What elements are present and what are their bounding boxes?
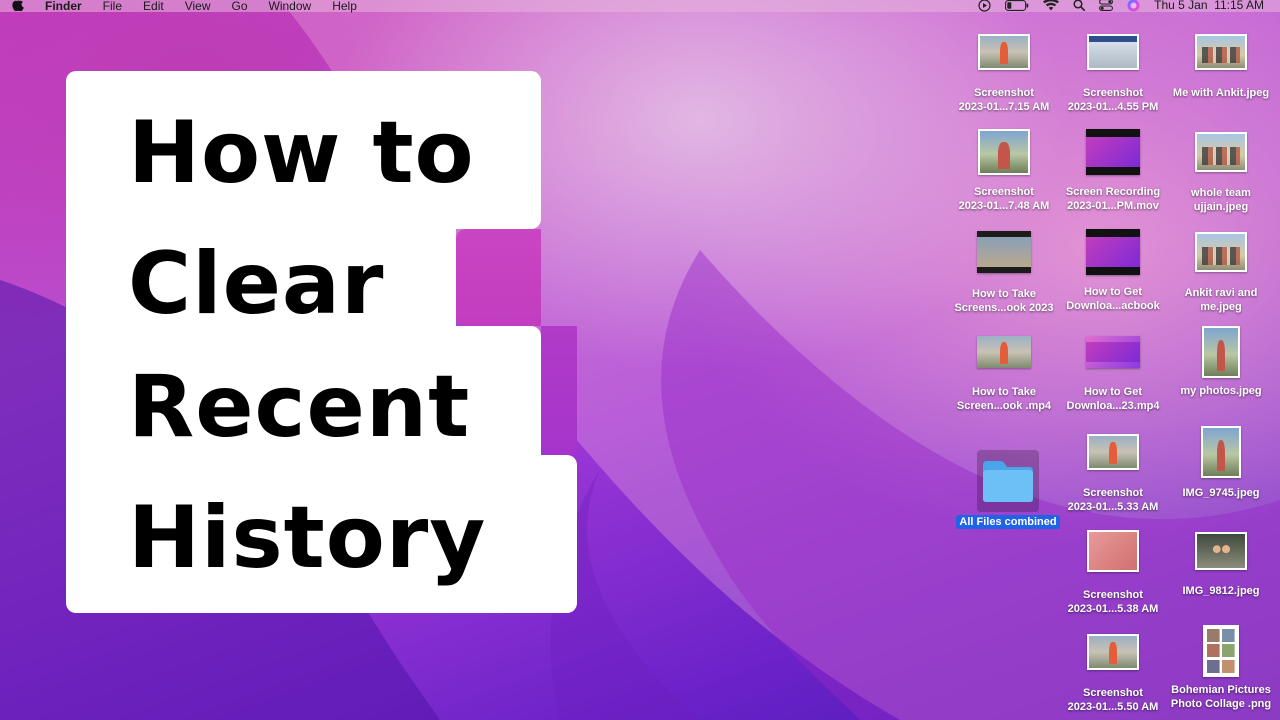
menu-file[interactable]: File (103, 0, 122, 14)
desktop-file[interactable]: Screenshot 2023-01...5.50 AM (1058, 634, 1168, 714)
file-label: Bohemian Pictures Photo Collage .png (1170, 684, 1272, 710)
search-icon[interactable] (1073, 0, 1086, 11)
file-thumbnail (1087, 34, 1139, 70)
file-label: whole team ujjain.jpeg (1191, 187, 1251, 213)
file-thumbnail (977, 336, 1031, 368)
desktop-file[interactable]: Me with Ankit.jpeg (1166, 34, 1276, 100)
file-label: How to Take Screen...ook .mp4 (956, 386, 1052, 412)
title-line-1: How to (128, 103, 475, 203)
file-label: Screenshot 2023-01...5.38 AM (1067, 589, 1159, 615)
file-label: Ankit ravi and me.jpeg (1184, 287, 1258, 313)
file-thumbnail (1203, 625, 1239, 677)
desktop-file[interactable]: whole team ujjain.jpeg (1166, 132, 1276, 214)
desktop-file[interactable]: IMG_9812.jpeg (1166, 532, 1276, 598)
file-thumbnail (1195, 132, 1247, 172)
desktop-file[interactable]: Screenshot 2023-01...4.55 PM (1058, 34, 1168, 114)
file-thumbnail (1086, 129, 1140, 175)
apple-icon[interactable] (12, 0, 24, 15)
file-label: Me with Ankit.jpeg (1172, 87, 1270, 99)
file-thumbnail (1202, 326, 1240, 378)
file-label: IMG_9812.jpeg (1182, 585, 1260, 597)
card-notch-2 (541, 326, 577, 455)
folder-label: All Files combined (956, 515, 1060, 529)
menu-view[interactable]: View (185, 0, 211, 14)
control-center-icon[interactable] (1099, 0, 1114, 11)
desktop-file[interactable]: Screenshot 2023-01...7.15 AM (949, 34, 1059, 114)
desktop-folder[interactable]: All Files combined (953, 450, 1063, 530)
desktop-file[interactable]: How to Get Downloa...acbook (1058, 229, 1168, 313)
file-label: my photos.jpeg (1180, 385, 1262, 397)
menu-finder[interactable]: Finder (45, 0, 82, 14)
file-thumbnail (1086, 336, 1140, 368)
desktop-file[interactable]: Screen Recording 2023-01...PM.mov (1058, 129, 1168, 213)
file-thumbnail (1086, 229, 1140, 275)
desktop-file[interactable]: IMG_9745.jpeg (1166, 426, 1276, 500)
file-thumbnail (1087, 434, 1139, 470)
menubar-clock[interactable]: Thu 5 Jan 11:15 AM (1154, 0, 1264, 13)
folder-selection (977, 450, 1039, 512)
file-thumbnail (978, 129, 1030, 175)
battery-icon[interactable] (1005, 0, 1029, 11)
wifi-icon[interactable] (1043, 0, 1060, 11)
desktop-file[interactable]: my photos.jpeg (1166, 326, 1276, 398)
folder-icon (983, 461, 1033, 502)
desktop-file[interactable]: Screenshot 2023-01...5.33 AM (1058, 434, 1168, 514)
file-label: How to Get Downloa...23.mp4 (1066, 386, 1160, 412)
desktop-file[interactable]: Bohemian Pictures Photo Collage .png (1166, 625, 1276, 711)
file-thumbnail (977, 231, 1031, 273)
menu-help[interactable]: Help (332, 0, 357, 14)
card-notch (456, 229, 541, 326)
title-line-3: Recent (128, 357, 471, 457)
file-thumbnail (1201, 426, 1241, 478)
file-label: Screenshot 2023-01...7.48 AM (958, 186, 1050, 212)
siri-icon[interactable] (1127, 0, 1140, 12)
desktop-file[interactable]: How to Take Screens...ook 2023 (949, 231, 1059, 315)
desktop-file[interactable]: Ankit ravi and me.jpeg (1166, 232, 1276, 314)
file-label: How to Take Screens...ook 2023 (954, 288, 1054, 314)
menu-window[interactable]: Window (269, 0, 312, 14)
file-thumbnail (1195, 34, 1247, 70)
file-label: IMG_9745.jpeg (1182, 487, 1260, 499)
desktop-file[interactable]: How to Get Downloa...23.mp4 (1058, 336, 1168, 413)
desktop-file[interactable]: Screenshot 2023-01...7.48 AM (949, 129, 1059, 213)
file-label: Screenshot 2023-01...5.33 AM (1067, 487, 1159, 513)
file-thumbnail (1195, 532, 1247, 570)
file-label: Screenshot 2023-01...4.55 PM (1067, 87, 1159, 113)
file-label: How to Get Downloa...acbook (1066, 286, 1160, 312)
title-line-4: History (128, 488, 487, 588)
desktop-file[interactable]: How to Take Screen...ook .mp4 (949, 336, 1059, 413)
file-label: Screen Recording 2023-01...PM.mov (1065, 186, 1161, 212)
menu-edit[interactable]: Edit (143, 0, 164, 14)
play-icon[interactable] (978, 0, 991, 12)
file-label: Screenshot 2023-01...5.50 AM (1067, 687, 1159, 713)
file-label: Screenshot 2023-01...7.15 AM (958, 87, 1050, 113)
menu-go[interactable]: Go (232, 0, 248, 14)
desktop-file[interactable]: Screenshot 2023-01...5.38 AM (1058, 530, 1168, 616)
file-thumbnail (1087, 634, 1139, 670)
menu-bar: Finder File Edit View Go Window Help Thu… (0, 0, 1280, 15)
file-thumbnail (1195, 232, 1247, 272)
file-thumbnail (978, 34, 1030, 70)
file-thumbnail (1087, 530, 1139, 572)
title-line-2: Clear (128, 234, 385, 334)
